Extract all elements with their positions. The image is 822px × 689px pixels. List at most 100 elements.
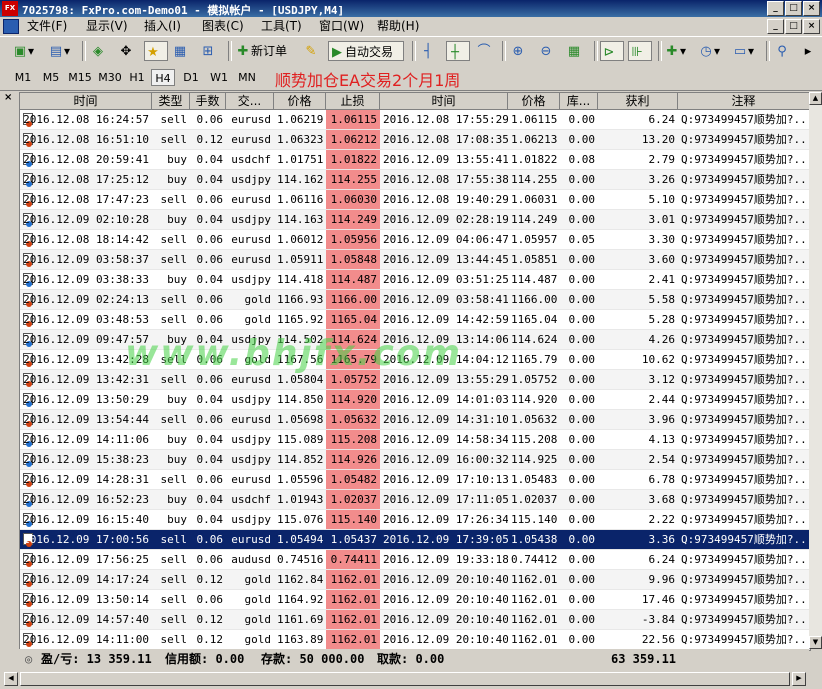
table-row[interactable]: 2016.12.09 14:17:24 sell 0.12 gold 1162.84 11… [20, 570, 810, 590]
cell-comment: Q:973499457顺势加?... [681, 433, 810, 446]
zoom-out-button[interactable]: ⊖ [538, 41, 554, 61]
table-row[interactable]: 2016.12.09 03:58:37 sell 0.06 eurusd 1.05911… [20, 250, 810, 270]
terminal-button[interactable]: ▦ [172, 41, 188, 61]
bar-chart-button[interactable]: ┤ [420, 41, 436, 61]
search-button[interactable]: ⚲ [774, 41, 790, 61]
tf-h1[interactable]: H1 [126, 69, 148, 86]
cell-close-time: 2016.12.09 17:26:34 [383, 513, 508, 526]
table-row[interactable]: 2016.12.08 17:25:12 buy 0.04 usdjpy 114.162 1… [20, 170, 810, 190]
mdi-close-button[interactable]: × [803, 19, 820, 34]
panel-close-icon[interactable]: × [4, 92, 12, 103]
col-header-open-price[interactable]: 价格 [274, 93, 326, 110]
data-window-button[interactable]: ✥ [118, 41, 134, 61]
col-header-open-time[interactable]: 时间 [20, 93, 152, 110]
zoom-in-button[interactable]: ⊕ [510, 41, 526, 61]
col-header-stop-loss[interactable]: 止损 [326, 93, 380, 110]
scroll-down-icon[interactable]: ▼ [809, 636, 822, 649]
tile-windows-button[interactable]: ▦ [566, 41, 582, 61]
menu-file[interactable]: 文件(F) [24, 18, 70, 34]
metaeditor-button[interactable]: ✎ [303, 41, 319, 61]
new-chart-button[interactable]: ▣ ▾ [12, 41, 34, 61]
col-header-close-time[interactable]: 时间 [380, 93, 508, 110]
auto-scroll-button[interactable]: ⊳ [600, 41, 624, 61]
navigator-button[interactable]: ★ [144, 41, 168, 61]
col-header-close-price[interactable]: 价格 [508, 93, 560, 110]
line-chart-button[interactable]: ⌒ [476, 41, 492, 61]
menu-window[interactable]: 窗口(W) [316, 18, 367, 34]
col-header-comment[interactable]: 注释 [678, 93, 810, 110]
cell-symbol: usdjpy [231, 333, 271, 346]
minimize-button[interactable]: _ [767, 1, 784, 16]
tf-m30[interactable]: M30 [96, 69, 124, 86]
menu-help[interactable]: 帮助(H) [374, 18, 422, 34]
vertical-scrollbar[interactable]: ▲ ▼ [809, 92, 822, 649]
table-row[interactable]: 2016.12.09 16:15:40 buy 0.04 usdjpy 115.076 1… [20, 510, 810, 530]
options-button[interactable]: ▸ [800, 41, 816, 61]
table-row[interactable]: 2016.12.09 17:56:25 sell 0.06 audusd 0.74516… [20, 550, 810, 570]
profiles-button[interactable]: ▤ ▾ [48, 41, 70, 61]
candlestick-button[interactable]: ┼ [446, 41, 470, 61]
new-order-button[interactable]: ✚ 新订单 [235, 41, 287, 61]
menu-insert[interactable]: 插入(I) [141, 18, 184, 34]
table-row[interactable]: 2016.12.09 16:52:23 buy 0.04 usdchf 1.01943 1… [20, 490, 810, 510]
auto-trading-button[interactable]: ▶ 自动交易 [328, 41, 404, 61]
table-row[interactable]: 2016.12.09 14:28:31 sell 0.06 eurusd 1.05596… [20, 470, 810, 490]
table-row[interactable]: 2016.12.09 14:57:40 sell 0.12 gold 1161.69 11… [20, 610, 810, 630]
tf-m15[interactable]: M15 [66, 69, 94, 86]
tf-mn[interactable]: MN [234, 69, 260, 86]
table-row[interactable]: 2016.12.09 13:54:44 sell 0.06 eurusd 1.05698… [20, 410, 810, 430]
col-header-swap[interactable]: 库... [560, 93, 598, 110]
cell-profit: 3.68 [648, 493, 676, 506]
table-row[interactable]: 2016.12.09 13:42:28 sell 0.06 gold 1167.56 11… [20, 350, 810, 370]
chart-shift-button[interactable]: ⊪ [628, 41, 652, 61]
maximize-button[interactable]: □ [785, 1, 802, 16]
close-button[interactable]: × [803, 1, 820, 16]
table-row[interactable]: 2016.12.09 03:38:33 buy 0.04 usdjpy 114.418 1… [20, 270, 810, 290]
tf-m5[interactable]: M5 [38, 69, 64, 86]
table-row[interactable]: 2016.12.08 20:59:41 buy 0.04 usdchf 1.01751 1… [20, 150, 810, 170]
table-row[interactable]: 2016.12.09 14:11:06 buy 0.04 usdjpy 115.089 1… [20, 430, 810, 450]
menu-tools[interactable]: 工具(T) [258, 18, 305, 34]
col-header-profit[interactable]: 获利 [598, 93, 678, 110]
table-row[interactable]: 2016.12.09 13:42:31 sell 0.06 eurusd 1.05804… [20, 370, 810, 390]
cell-close-price: 1.06031 [511, 193, 558, 206]
table-row[interactable]: 2016.12.08 16:24:57 sell 0.06 eurusd 1.06219… [20, 110, 810, 130]
periods-button[interactable]: ◷ ▾ [698, 41, 720, 61]
scroll-right-icon[interactable]: ▶ [792, 672, 806, 686]
horizontal-scrollbar[interactable]: ◀ ▶ [0, 669, 822, 689]
col-header-type[interactable]: 类型 [152, 93, 190, 110]
scroll-up-icon[interactable]: ▲ [809, 92, 822, 105]
tester-button[interactable]: ⊞ [200, 41, 216, 61]
table-row[interactable]: 2016.12.08 18:14:42 sell 0.06 eurusd 1.06012… [20, 230, 810, 250]
scroll-left-icon[interactable]: ◀ [4, 672, 18, 686]
market-watch-button[interactable]: ◈ [90, 41, 106, 61]
tf-w1[interactable]: W1 [208, 69, 230, 86]
horizontal-scroll-thumb[interactable] [20, 672, 790, 686]
table-row[interactable]: 2016.12.08 17:47:23 sell 0.06 eurusd 1.06116… [20, 190, 810, 210]
table-row[interactable]: 2016.12.08 16:51:10 sell 0.12 eurusd 1.06323… [20, 130, 810, 150]
cell-stop-loss: 114.249 [326, 210, 380, 229]
indicators-button[interactable]: ✚ ▾ [664, 41, 686, 61]
table-row[interactable]: 2016.12.09 13:50:29 buy 0.04 usdjpy 114.850 1… [20, 390, 810, 410]
mdi-minimize-button[interactable]: _ [767, 19, 784, 34]
menu-view[interactable]: 显示(V) [83, 18, 131, 34]
document-icon[interactable] [3, 19, 19, 34]
table-row[interactable]: 2016.12.09 13:50:14 sell 0.06 gold 1164.92 11… [20, 590, 810, 610]
tf-m1[interactable]: M1 [10, 69, 36, 86]
menu-charts[interactable]: 图表(C) [199, 18, 247, 34]
mdi-restore-button[interactable]: □ [785, 19, 802, 34]
table-row[interactable]: 2016.12.09 02:24:13 sell 0.06 gold 1166.93 11… [20, 290, 810, 310]
table-row[interactable]: 2016.12.09 03:48:53 sell 0.06 gold 1165.92 11… [20, 310, 810, 330]
col-header-symbol[interactable]: 交... [226, 93, 274, 110]
table-row[interactable]: 2016.12.09 14:11:00 sell 0.12 gold 1163.89 11… [20, 630, 810, 650]
table-row[interactable]: 2016.12.09 15:38:23 buy 0.04 usdjpy 114.852 1… [20, 450, 810, 470]
cell-profit: 3.12 [648, 373, 676, 386]
cell-type: buy [167, 173, 187, 186]
templates-button[interactable]: ▭ ▾ [732, 41, 754, 61]
table-row[interactable]: 2016.12.09 17:00:56 sell 0.06 eurusd 1.05494… [20, 530, 810, 550]
col-header-lots[interactable]: 手数 [190, 93, 226, 110]
table-row[interactable]: 2016.12.09 09:47:57 buy 0.04 usdjpy 114.502 1… [20, 330, 810, 350]
tf-h4[interactable]: H4 [151, 69, 175, 86]
table-row[interactable]: 2016.12.09 02:10:28 buy 0.04 usdjpy 114.163 1… [20, 210, 810, 230]
tf-d1[interactable]: D1 [180, 69, 202, 86]
